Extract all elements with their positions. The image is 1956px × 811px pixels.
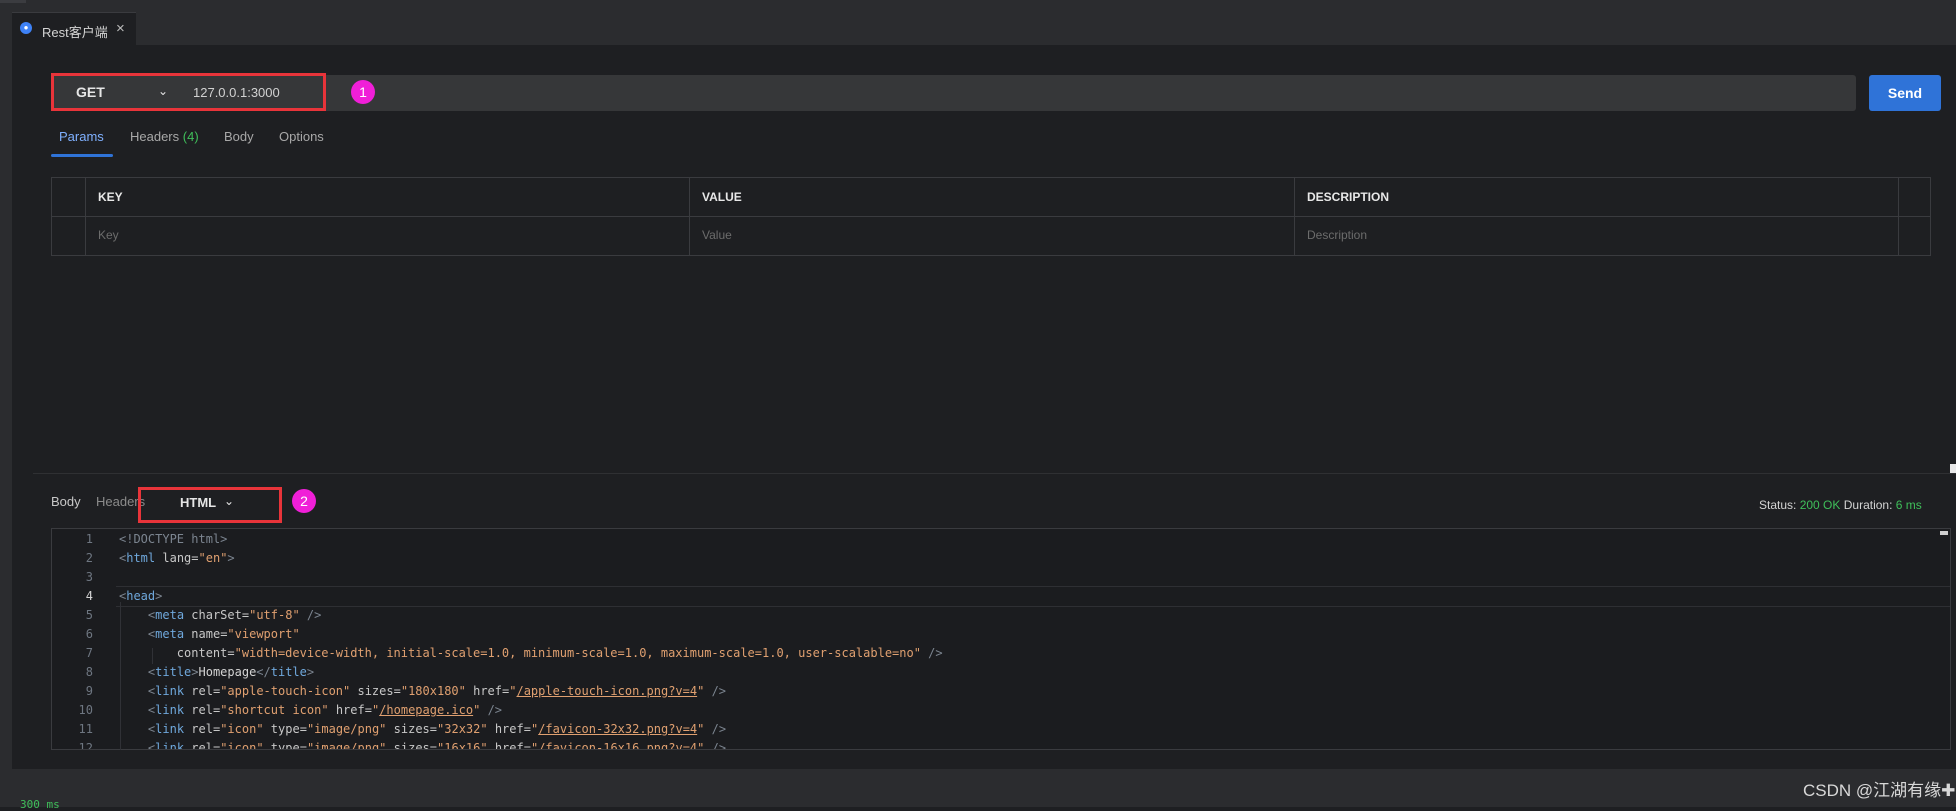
resize-handle[interactable] — [1950, 464, 1956, 473]
close-icon[interactable]: × — [116, 20, 125, 37]
line-number: 3 — [85, 570, 93, 584]
status-bar — [0, 769, 1956, 807]
param-value-input[interactable]: Value — [702, 228, 732, 242]
code-line: <head> — [119, 589, 163, 603]
params-col-divider — [85, 177, 86, 256]
code-line: <meta charSet="utf-8" /> — [147, 608, 322, 622]
code-line: <!DOCTYPE html> — [119, 532, 228, 546]
code-line: <link rel="icon" type="image/png" sizes=… — [147, 741, 727, 749]
status-label: Status: — [1759, 498, 1797, 512]
current-line-highlight — [116, 586, 1950, 607]
line-number: 12 — [78, 741, 93, 749]
line-number: 7 — [85, 646, 93, 660]
rest-client-icon: ● — [20, 22, 32, 34]
annotation-badge-1: 1 — [351, 80, 375, 104]
tab-headers-label: Headers — [130, 129, 180, 144]
editor-tab-rest-client[interactable]: ● Rest客户端 × — [12, 12, 136, 46]
params-header-description: DESCRIPTION — [1307, 190, 1390, 204]
left-gutter — [0, 45, 12, 769]
tab-title: Rest客户端 — [42, 25, 108, 40]
params-col-divider — [1294, 177, 1295, 256]
top-strip-line — [0, 0, 26, 3]
annotation-box-2 — [138, 487, 282, 523]
headers-count-badge: (4) — [182, 129, 199, 144]
code-line: <meta name="viewport" — [147, 627, 300, 641]
tab-options[interactable]: Options — [279, 129, 324, 144]
line-number: 6 — [85, 627, 93, 641]
tab-body[interactable]: Body — [224, 129, 254, 144]
line-number: 5 — [85, 608, 93, 622]
editor-scrollbar[interactable] — [1940, 531, 1948, 535]
params-col-divider — [1898, 177, 1899, 256]
params-header-divider — [51, 216, 1931, 217]
code-line: <html lang="en"> — [119, 551, 235, 565]
line-number: 4 — [85, 589, 93, 603]
panel-splitter[interactable] — [33, 473, 1956, 474]
duration-label: Duration: — [1843, 498, 1893, 512]
line-number: 9 — [85, 684, 93, 698]
response-tab-body[interactable]: Body — [51, 494, 81, 509]
code-line: <title>Homepage</title> — [147, 665, 315, 679]
status-value: 200 OK — [1799, 498, 1841, 512]
watermark: CSDN @江湖有缘✚ — [1803, 776, 1955, 801]
annotation-box-1 — [51, 73, 326, 111]
line-number: 11 — [78, 722, 93, 736]
send-button[interactable]: Send — [1869, 75, 1941, 111]
code-line: <link rel="icon" type="image/png" sizes=… — [147, 722, 727, 736]
params-col-divider — [689, 177, 690, 256]
tab-headers[interactable]: Headers (4) — [130, 129, 199, 144]
plus-icon[interactable]: ✚ — [1941, 781, 1955, 800]
code-line: <link rel="shortcut icon" href="/homepag… — [147, 703, 503, 717]
bottom-output-text: 300 ms — [20, 798, 60, 811]
param-key-input[interactable]: Key — [98, 228, 119, 242]
tab-strip — [0, 0, 1956, 45]
line-number: 10 — [78, 703, 93, 717]
params-header-value: VALUE — [702, 190, 742, 204]
code-line: content="width=device-width, initial-sca… — [176, 646, 943, 660]
line-number: 1 — [85, 532, 93, 546]
code-line: <link rel="apple-touch-icon" sizes="180x… — [147, 684, 727, 698]
response-status: Status: 200 OK Duration: 6 ms — [1759, 498, 1922, 512]
watermark-text: CSDN @江湖有缘 — [1803, 781, 1942, 800]
params-header-key: KEY — [98, 190, 123, 204]
tab-params[interactable]: Params — [59, 129, 104, 144]
annotation-badge-2: 2 — [292, 489, 316, 513]
param-description-input[interactable]: Description — [1307, 228, 1367, 242]
active-tab-indicator — [51, 154, 113, 157]
line-number: 8 — [85, 665, 93, 679]
duration-value: 6 ms — [1895, 498, 1922, 512]
line-number: 2 — [85, 551, 93, 565]
